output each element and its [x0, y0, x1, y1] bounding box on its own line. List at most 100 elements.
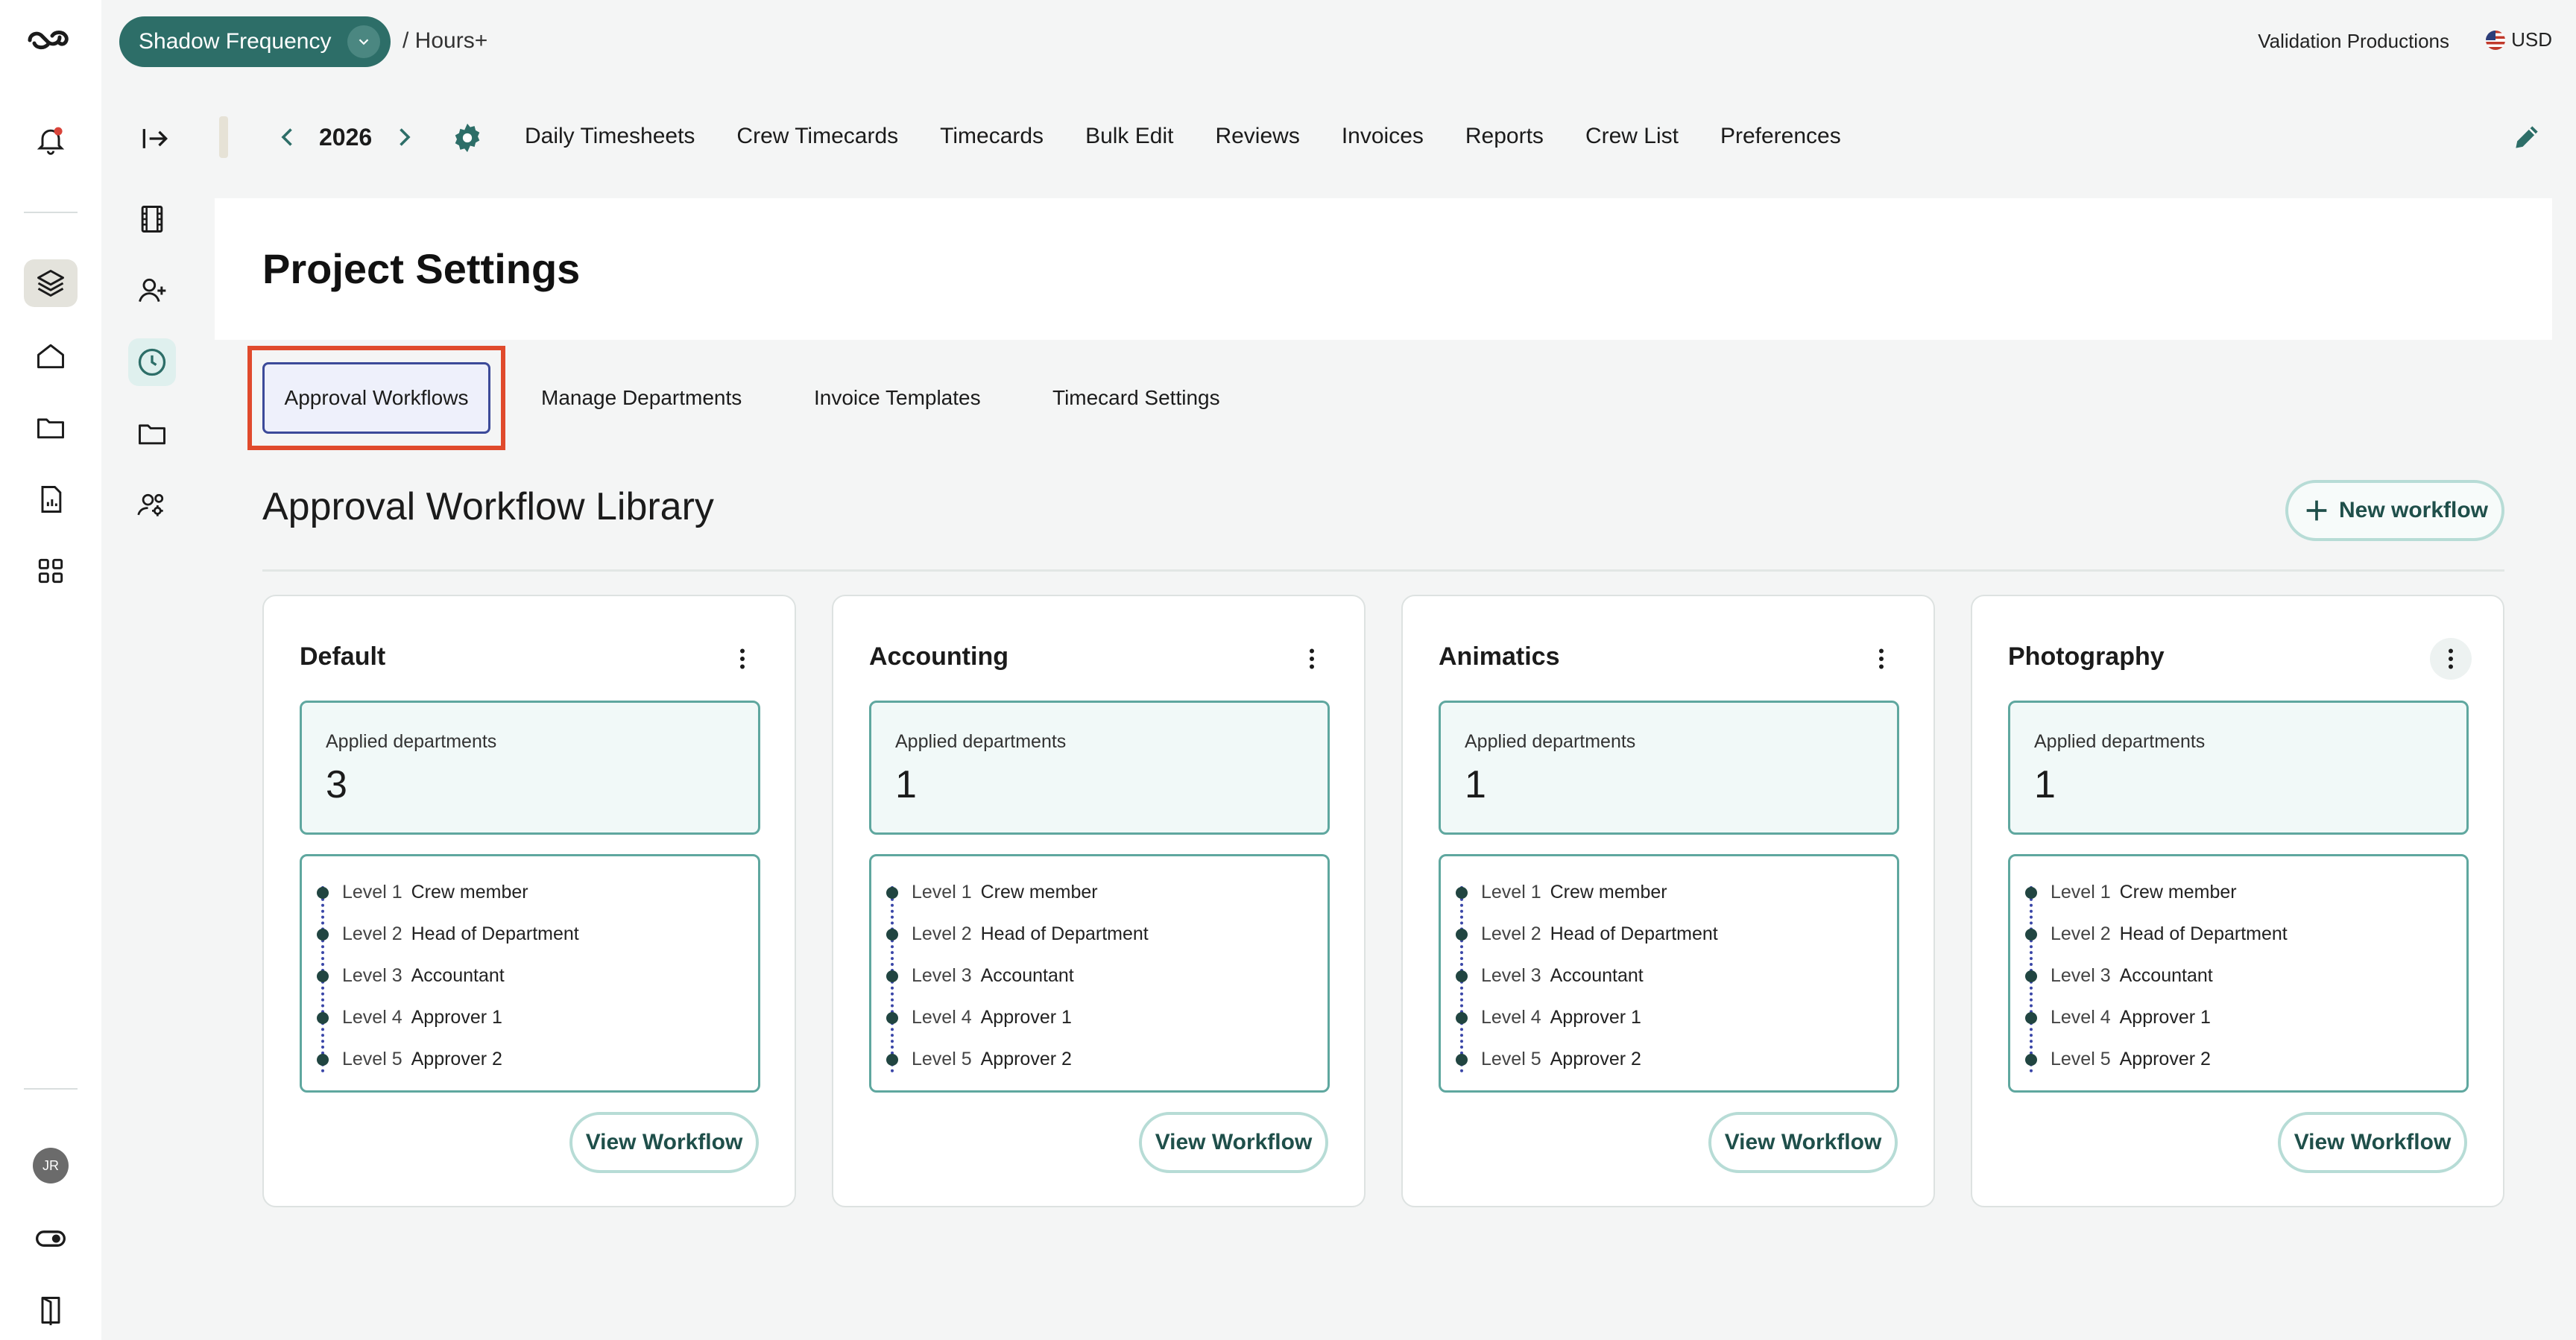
home-icon[interactable] [33, 338, 69, 374]
level-number: Level 2 [1481, 923, 1541, 944]
level-role: Crew member [411, 882, 528, 903]
settings-gear-icon[interactable] [447, 118, 487, 158]
next-year-chevron-icon[interactable] [389, 121, 419, 154]
applied-departments-label: Applied departments [326, 731, 497, 752]
approval-levels-list: Level 1 Crew member Level 2 Head of Depa… [2008, 854, 2469, 1093]
applied-departments-box: Applied departments 1 [869, 701, 1330, 835]
tab-invoice-templates[interactable]: Invoice Templates [814, 361, 981, 435]
rail-divider [24, 212, 78, 213]
level-number: Level 3 [912, 965, 972, 986]
report-document-icon[interactable] [33, 481, 69, 517]
approval-level-row: Level 3 Accountant [2025, 965, 2213, 987]
resize-handle[interactable] [219, 116, 228, 158]
edit-pencil-icon[interactable] [2507, 118, 2546, 157]
level-number: Level 1 [1481, 882, 1541, 903]
level-role: Approver 2 [1550, 1049, 1641, 1069]
workflow-card: Default Applied departments 3 Level 1 Cr… [262, 595, 796, 1207]
view-workflow-button[interactable]: View Workflow [569, 1112, 759, 1173]
level-role: Crew member [2119, 882, 2237, 903]
nav-crew-timecards[interactable]: Crew Timecards [736, 124, 898, 149]
project-selector[interactable]: Shadow Frequency [119, 16, 391, 67]
approval-level-row: Level 1 Crew member [317, 882, 528, 903]
level-role: Head of Department [1550, 923, 1718, 944]
new-workflow-button[interactable]: New workflow [2285, 480, 2504, 541]
applied-departments-count: 1 [2034, 763, 2056, 806]
level-number: Level 3 [2051, 965, 2111, 986]
tab-approval-workflows[interactable]: Approval Workflows [262, 362, 490, 434]
user-avatar[interactable]: JR [33, 1148, 69, 1183]
level-dot-icon [886, 970, 898, 982]
nav-daily-timesheets[interactable]: Daily Timesheets [525, 124, 695, 149]
company-name: Validation Productions [2258, 30, 2449, 52]
main-nav: Daily Timesheets Crew Timecards Timecard… [525, 124, 1883, 149]
view-workflow-button[interactable]: View Workflow [1708, 1112, 1898, 1173]
level-dot-icon [1456, 1011, 1468, 1024]
level-dot-icon [2025, 886, 2037, 899]
folder-icon[interactable] [33, 410, 69, 446]
level-dot-icon [317, 970, 329, 982]
approval-level-row: Level 4 Approver 1 [886, 1007, 1072, 1028]
workflow-name: Accounting [869, 642, 1008, 671]
nav-bulk-edit[interactable]: Bulk Edit [1085, 124, 1173, 149]
nav-preferences[interactable]: Preferences [1720, 124, 1841, 149]
breadcrumb[interactable]: / Hours+ [402, 28, 487, 54]
app-logo-icon[interactable] [25, 22, 76, 58]
level-dot-icon [317, 1053, 329, 1066]
nav-reviews[interactable]: Reviews [1215, 124, 1299, 149]
nav-invoices[interactable]: Invoices [1342, 124, 1424, 149]
team-settings-icon[interactable] [128, 481, 176, 529]
level-role: Approver 1 [411, 1007, 502, 1028]
level-number: Level 4 [1481, 1007, 1541, 1028]
nav-reports[interactable]: Reports [1465, 124, 1544, 149]
film-icon[interactable] [128, 195, 176, 243]
collapse-sidebar-icon[interactable] [134, 118, 176, 159]
level-number: Level 3 [1481, 965, 1541, 986]
notifications-bell-icon[interactable] [33, 122, 69, 158]
applied-departments-count: 3 [326, 763, 347, 806]
more-options-icon[interactable] [1291, 638, 1333, 680]
workflow-name: Photography [2008, 642, 2165, 671]
tab-manage-departments[interactable]: Manage Departments [541, 361, 742, 435]
view-workflow-button[interactable]: View Workflow [2278, 1112, 2467, 1173]
level-dot-icon [2025, 1053, 2037, 1066]
level-dot-icon [1456, 886, 1468, 899]
layers-icon[interactable] [24, 259, 78, 307]
more-options-icon[interactable] [2430, 638, 2472, 680]
nav-crew-list[interactable]: Crew List [1585, 124, 1679, 149]
clock-icon[interactable] [128, 338, 176, 386]
logout-door-icon[interactable] [33, 1292, 69, 1328]
toggle-icon[interactable] [33, 1221, 69, 1257]
tab-timecard-settings[interactable]: Timecard Settings [1052, 361, 1220, 435]
apps-grid-icon[interactable] [33, 553, 69, 589]
level-dot-icon [2025, 928, 2037, 941]
level-role: Accountant [2119, 965, 2213, 986]
plus-icon [2306, 500, 2327, 521]
currency-indicator[interactable]: USD [2486, 28, 2552, 51]
applied-departments-label: Applied departments [895, 731, 1067, 752]
level-dot-icon [1456, 1053, 1468, 1066]
more-options-icon[interactable] [1860, 638, 1902, 680]
year-label: 2026 [319, 124, 373, 151]
level-number: Level 5 [912, 1049, 972, 1069]
level-number: Level 5 [342, 1049, 402, 1069]
tab-approval-workflows-highlight: Approval Workflows [247, 346, 505, 450]
approval-level-row: Level 3 Accountant [1456, 965, 1644, 987]
more-options-icon[interactable] [722, 638, 763, 680]
level-number: Level 5 [1481, 1049, 1541, 1069]
level-dot-icon [886, 1053, 898, 1066]
view-workflow-button[interactable]: View Workflow [1139, 1112, 1328, 1173]
previous-year-chevron-icon[interactable] [273, 121, 303, 154]
level-role: Accountant [411, 965, 505, 986]
level-number: Level 2 [2051, 923, 2111, 944]
workflow-card: Accounting Applied departments 1 Level 1… [832, 595, 1366, 1207]
folder-outline-icon[interactable] [128, 410, 176, 458]
applied-departments-box: Applied departments 3 [300, 701, 760, 835]
level-role: Approver 1 [980, 1007, 1072, 1028]
approval-level-row: Level 4 Approver 1 [2025, 1007, 2211, 1028]
add-user-icon[interactable] [128, 267, 176, 315]
approval-level-row: Level 1 Crew member [2025, 882, 2237, 903]
nav-timecards[interactable]: Timecards [940, 124, 1044, 149]
library-divider [262, 569, 2504, 572]
approval-levels-list: Level 1 Crew member Level 2 Head of Depa… [300, 854, 760, 1093]
library-title: Approval Workflow Library [262, 485, 714, 528]
